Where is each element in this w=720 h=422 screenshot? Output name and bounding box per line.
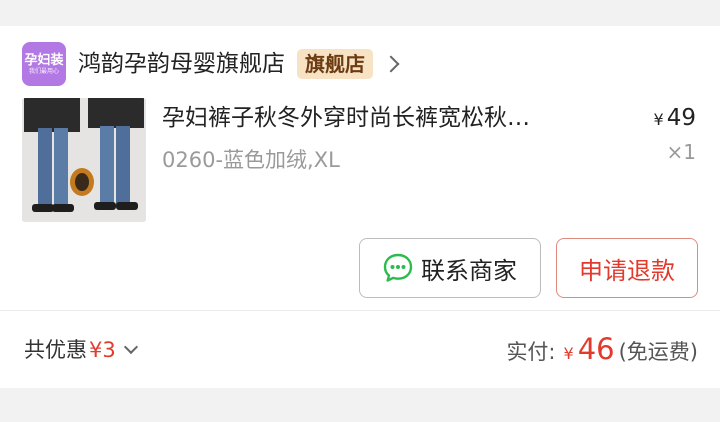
- shop-logo-text: 孕妇装: [24, 52, 64, 68]
- paid-amount: 46: [577, 332, 615, 366]
- product-sku: 0260-蓝色加绒,XL: [162, 148, 340, 172]
- request-refund-label: 申请退款: [579, 256, 675, 285]
- paid-label: 实付:: [506, 340, 556, 364]
- contact-seller-button[interactable]: 联系商家: [359, 238, 541, 298]
- shipping-note: (免运费): [618, 340, 698, 364]
- price-value: 49: [666, 105, 696, 131]
- shop-name[interactable]: 鸿韵孕韵母婴旗舰店: [78, 49, 285, 79]
- contact-seller-label: 联系商家: [421, 256, 517, 285]
- paid-total: 实付: ¥ 46 (免运费): [506, 331, 698, 372]
- discount-summary[interactable]: 共优惠 ¥3: [24, 335, 138, 365]
- chevron-down-icon[interactable]: [123, 339, 138, 355]
- order-card: 孕妇装 我们最用心 鸿韵孕韵母婴旗舰店 旗舰店 孕妇裤子秋冬外穿时尚长裤宽松秋……: [0, 26, 720, 388]
- chevron-right-icon[interactable]: [382, 55, 400, 73]
- quantity: ×1: [666, 140, 696, 164]
- price-currency: ¥: [653, 110, 664, 129]
- discount-label: 共优惠: [24, 338, 87, 362]
- product-thumbnail[interactable]: [22, 98, 146, 222]
- flagship-badge: 旗舰店: [297, 49, 373, 79]
- product-title[interactable]: 孕妇裤子秋冬外穿时尚长裤宽松秋…: [162, 102, 612, 134]
- request-refund-button[interactable]: 申请退款: [556, 238, 698, 298]
- divider: [0, 310, 720, 311]
- shop-logo-subtext: 我们最用心: [28, 67, 59, 75]
- chat-icon: [383, 253, 413, 282]
- shop-logo: 孕妇装 我们最用心: [22, 42, 66, 86]
- unit-price: ¥49: [654, 102, 696, 136]
- discount-amount: ¥3: [89, 338, 116, 362]
- paid-currency: ¥: [563, 344, 574, 363]
- shop-header[interactable]: 孕妇装 我们最用心 鸿韵孕韵母婴旗舰店 旗舰店: [22, 42, 400, 86]
